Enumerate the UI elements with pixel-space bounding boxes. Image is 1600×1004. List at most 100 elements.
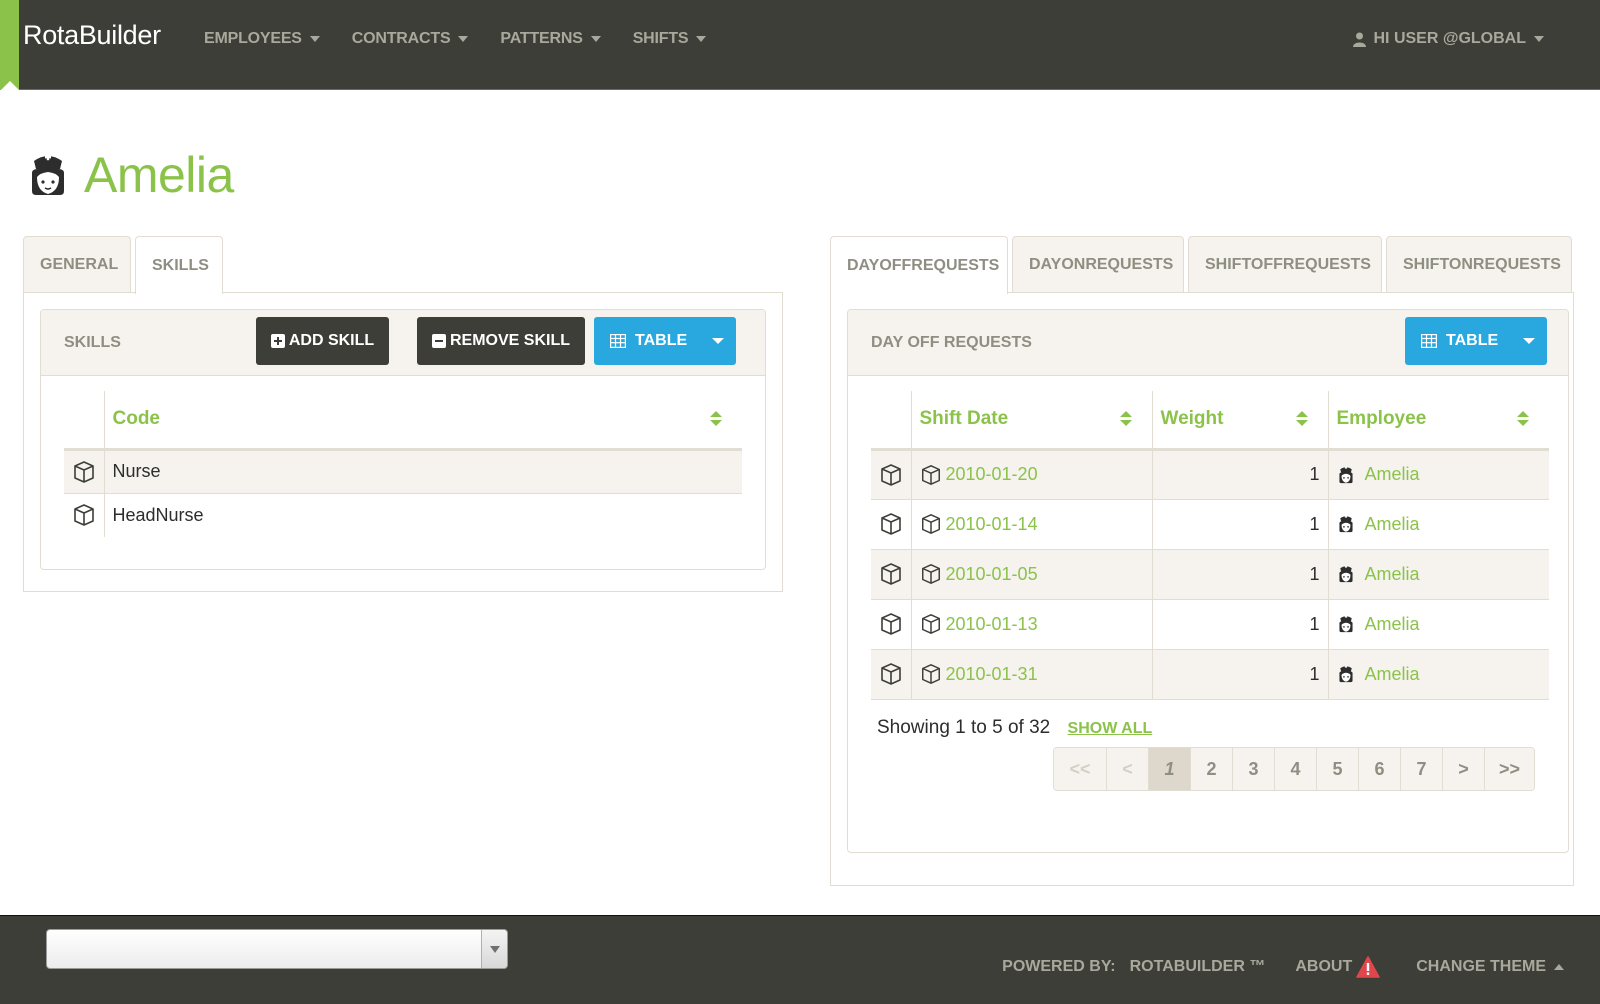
add-skill-button[interactable]: ADD SKILL	[256, 317, 389, 365]
column-header-weight[interactable]: Weight	[1151, 391, 1328, 451]
cube-icon[interactable]	[920, 563, 942, 585]
table-row[interactable]: 2010-01-20 1 Amelia	[871, 449, 1549, 500]
shift-date-link[interactable]: 2010-01-20	[946, 464, 1038, 485]
employee-link[interactable]: Amelia	[1365, 464, 1420, 485]
nurse-icon	[1338, 465, 1353, 483]
user-menu[interactable]: HI USER @GLOBAL	[1352, 30, 1544, 48]
nurse-icon	[1338, 665, 1353, 683]
tab-skills[interactable]: SKILLS	[135, 236, 223, 294]
table-view-button[interactable]: TABLE	[594, 317, 736, 365]
footer: POWERED BY: ROTABUILDER ™ ABOUT CHANGE T…	[0, 915, 1600, 1004]
shift-date-link[interactable]: 2010-01-13	[946, 614, 1038, 635]
weight-value: 1	[1151, 599, 1328, 650]
employee-link[interactable]: Amelia	[1365, 614, 1420, 635]
page-button-4[interactable]: 4	[1274, 748, 1316, 790]
prev-page-button[interactable]: <	[1106, 748, 1148, 790]
about-link[interactable]: ABOUT	[1295, 956, 1380, 978]
chevron-down-icon[interactable]	[712, 338, 724, 344]
nav-shifts[interactable]: SHIFTS	[633, 30, 707, 48]
add-skill-label: ADD SKILL	[288, 332, 375, 349]
tab-shiftonrequests[interactable]: SHIFTONREQUESTS	[1386, 236, 1572, 293]
column-header-code[interactable]: Code	[103, 391, 742, 451]
employee-link[interactable]: Amelia	[1365, 514, 1420, 535]
cube-icon[interactable]	[879, 463, 903, 487]
nav-contracts-label: CONTRACTS	[351, 30, 451, 47]
column-header-shift-date[interactable]: Shift Date	[910, 391, 1152, 451]
cube-icon[interactable]	[920, 663, 942, 685]
table-icon	[1421, 334, 1437, 348]
nav-patterns[interactable]: PATTERNS	[500, 30, 601, 48]
nurse-icon	[1338, 515, 1353, 533]
cube-icon[interactable]	[879, 612, 903, 636]
table-row[interactable]: 2010-01-31 1 Amelia	[871, 649, 1549, 700]
cube-icon[interactable]	[879, 512, 903, 536]
select-column-header	[871, 391, 911, 451]
cube-icon[interactable]	[72, 460, 96, 484]
shift-date-link[interactable]: 2010-01-14	[946, 514, 1038, 535]
shift-date-link[interactable]: 2010-01-31	[946, 664, 1038, 685]
last-page-button[interactable]: >>	[1484, 748, 1534, 790]
cube-icon[interactable]	[920, 513, 942, 535]
next-page-button[interactable]: >	[1442, 748, 1484, 790]
table-row[interactable]: 2010-01-05 1 Amelia	[871, 549, 1549, 600]
page-header: Amelia	[26, 146, 234, 204]
employee-link[interactable]: Amelia	[1365, 664, 1420, 685]
rotabuilder-link[interactable]: ROTABUILDER ™	[1130, 958, 1266, 976]
table-row[interactable]: 2010-01-14 1 Amelia	[871, 499, 1549, 550]
chevron-down-icon[interactable]	[1523, 338, 1535, 344]
footer-select[interactable]	[46, 929, 508, 969]
table-view-button[interactable]: TABLE	[1405, 317, 1547, 365]
column-header-code-label: Code	[112, 408, 161, 430]
page-button-2[interactable]: 2	[1190, 748, 1232, 790]
brand-logo[interactable]: RotaBuilder	[23, 20, 161, 51]
remove-skill-button[interactable]: REMOVE SKILL	[417, 317, 585, 365]
first-page-button[interactable]: <<	[1054, 748, 1106, 790]
tab-dayoffrequests[interactable]: DAYOFFREQUESTS	[830, 236, 1008, 294]
column-header-employee[interactable]: Employee	[1327, 391, 1549, 451]
showing-text: Showing 1 to 5 of 32	[877, 717, 1051, 738]
cube-icon[interactable]	[920, 613, 942, 635]
nav-contracts[interactable]: CONTRACTS	[352, 30, 469, 48]
page-button-1[interactable]: 1	[1148, 748, 1190, 790]
employee-link[interactable]: Amelia	[1365, 564, 1420, 585]
column-header-shift-date-label: Shift Date	[919, 408, 1009, 430]
sort-icon[interactable]	[1119, 411, 1132, 427]
weight-value: 1	[1151, 549, 1328, 600]
table-row[interactable]: Nurse	[64, 449, 742, 494]
shift-date-link[interactable]: 2010-01-05	[946, 564, 1038, 585]
user-label: HI USER @GLOBAL	[1373, 30, 1527, 47]
tab-general[interactable]: GENERAL	[23, 236, 131, 293]
brand-ribbon	[0, 0, 19, 90]
main-menu: EMPLOYEES CONTRACTS PATTERNS SHIFTS	[204, 30, 738, 48]
page-button-6[interactable]: 6	[1358, 748, 1400, 790]
cube-icon[interactable]	[879, 562, 903, 586]
plus-square-icon	[270, 334, 285, 348]
show-all-link[interactable]: SHOW ALL	[1068, 720, 1153, 737]
chevron-down-icon	[590, 36, 601, 42]
navbar: RotaBuilder EMPLOYEES CONTRACTS PATTERNS…	[0, 0, 1600, 90]
tab-dayonrequests[interactable]: DAYONREQUESTS	[1012, 236, 1184, 293]
tab-shiftoffrequests[interactable]: SHIFTOFFREQUESTS	[1188, 236, 1382, 293]
cube-icon[interactable]	[920, 464, 942, 486]
sort-icon[interactable]	[1517, 411, 1529, 427]
sort-icon[interactable]	[710, 411, 722, 427]
column-header-weight-label: Weight	[1160, 408, 1224, 430]
table-row[interactable]: HeadNurse	[64, 493, 742, 537]
nav-employees-label: EMPLOYEES	[204, 30, 302, 47]
change-theme-button[interactable]: CHANGE THEME	[1416, 958, 1564, 976]
page-button-3[interactable]: 3	[1232, 748, 1274, 790]
cube-icon[interactable]	[72, 503, 96, 527]
chevron-down-icon[interactable]	[481, 930, 507, 968]
dayoff-table: Shift Date Weight Employee 2010-01-20 1 Am…	[871, 391, 1549, 700]
table-view-label: TABLE	[1446, 332, 1499, 349]
nav-employees[interactable]: EMPLOYEES	[204, 30, 320, 48]
sort-icon[interactable]	[1295, 411, 1308, 427]
pagination: << < 1 2 3 4 5 6 7 > >>	[1053, 747, 1535, 791]
right-tabs: DAYOFFREQUESTS DAYONREQUESTS SHIFTOFFREQ…	[830, 236, 1576, 294]
dayoff-panel-heading: DAY OFF REQUESTS TABLE	[848, 310, 1568, 376]
cube-icon[interactable]	[879, 662, 903, 686]
table-row[interactable]: 2010-01-13 1 Amelia	[871, 599, 1549, 650]
page-button-5[interactable]: 5	[1316, 748, 1358, 790]
page-button-7[interactable]: 7	[1400, 748, 1442, 790]
nav-patterns-label: PATTERNS	[500, 30, 583, 47]
